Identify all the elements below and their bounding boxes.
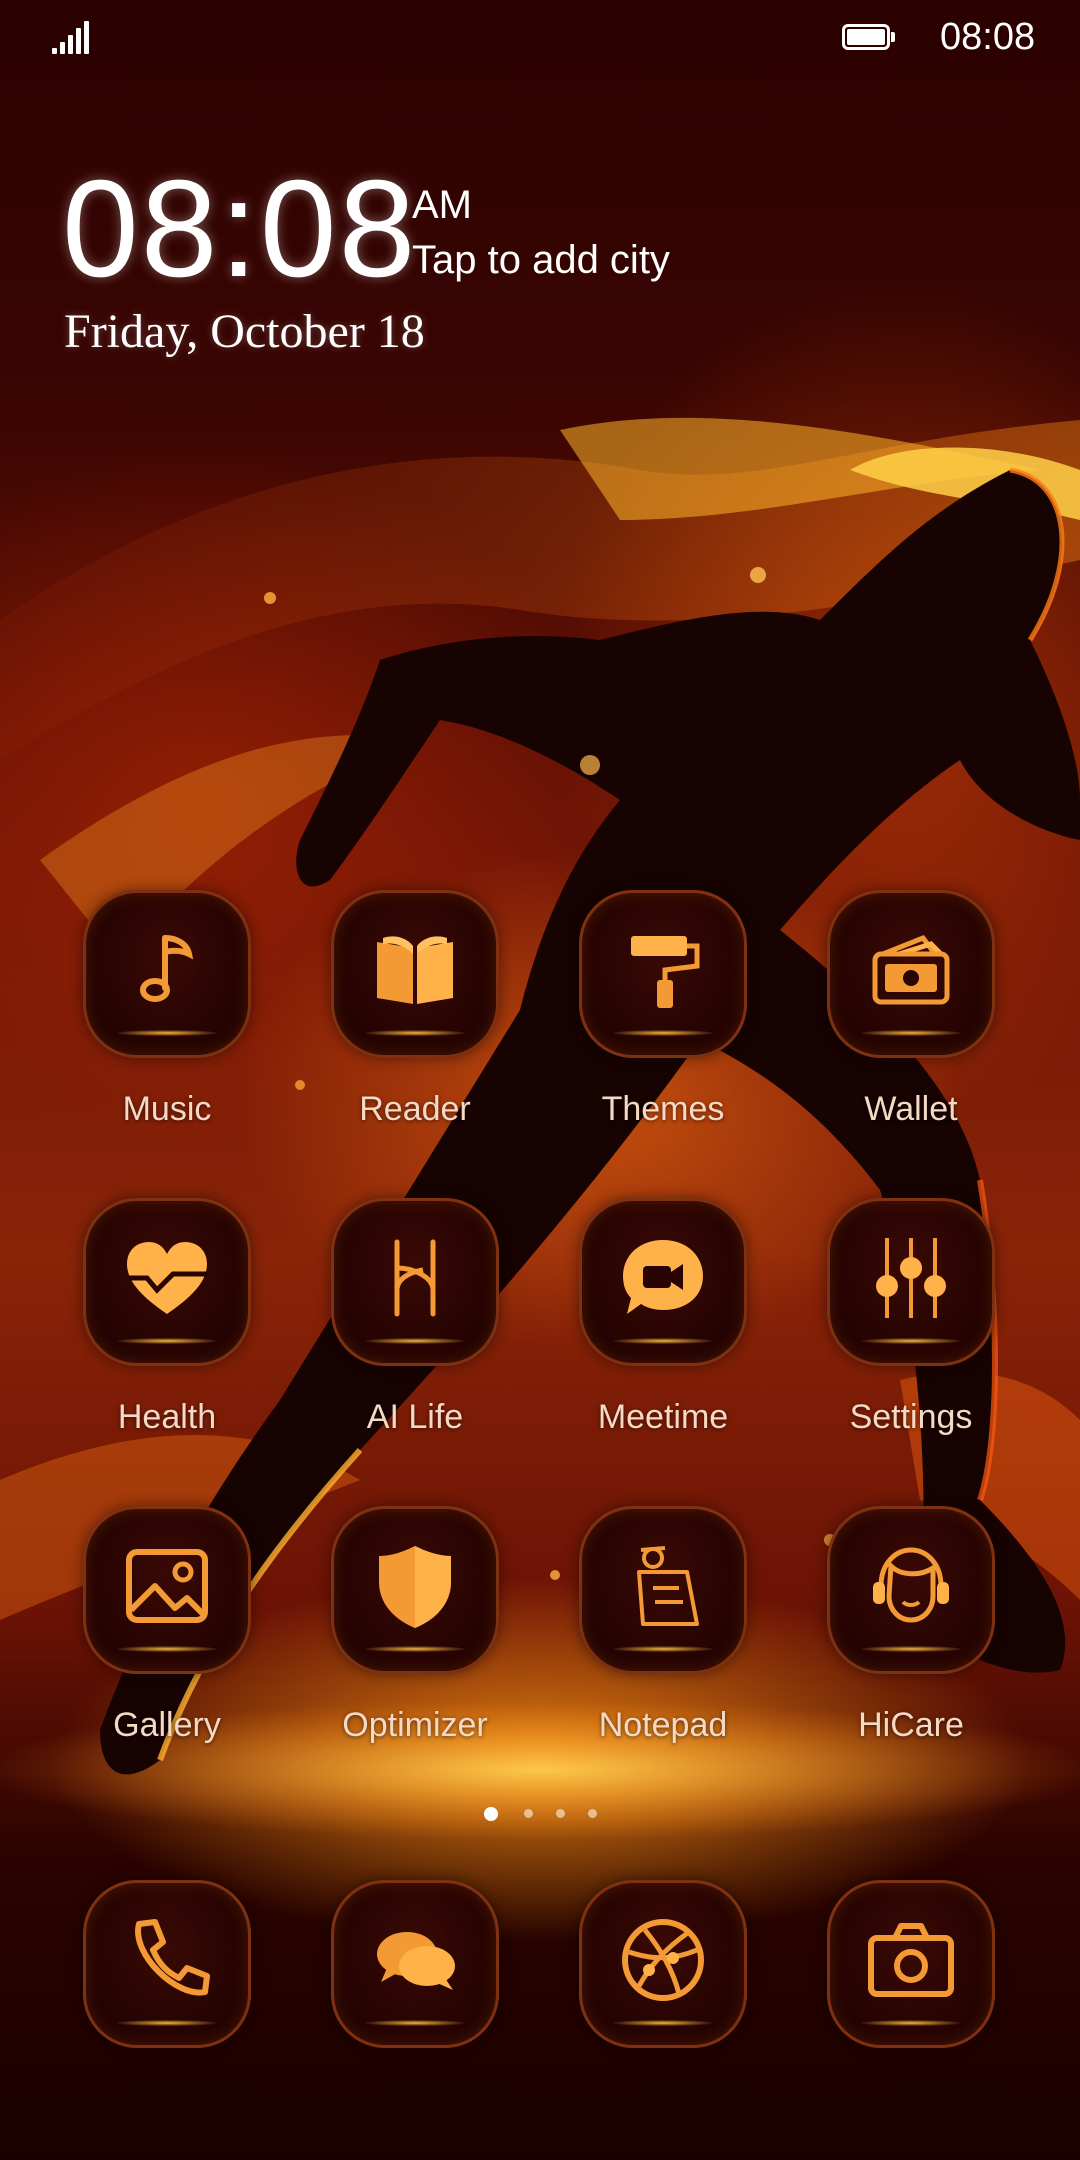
- add-city-link[interactable]: Tap to add city: [412, 238, 670, 283]
- notepad-icon: [637, 1546, 699, 1626]
- app-tile[interactable]: [331, 1880, 499, 2048]
- app-tile[interactable]: [827, 1198, 995, 1366]
- app-label: Meetime: [597, 1398, 729, 1436]
- phone-icon: [135, 1919, 210, 1996]
- app-themes[interactable]: Themes: [548, 890, 778, 1180]
- app-tile[interactable]: [827, 1880, 995, 2048]
- app-label: Themes: [601, 1090, 725, 1128]
- dock-browser[interactable]: [548, 1880, 778, 2060]
- app-tile[interactable]: [331, 890, 499, 1058]
- page-dot-2[interactable]: [524, 1809, 533, 1818]
- dock-camera[interactable]: [796, 1880, 1026, 2060]
- app-optimizer[interactable]: Optimizer: [300, 1506, 530, 1796]
- ai-life-icon: [394, 1239, 436, 1317]
- sliders-icon: [876, 1238, 946, 1318]
- status-time: 08:08: [940, 16, 1036, 58]
- clock-ampm: AM: [412, 183, 472, 227]
- app-label: Reader: [359, 1090, 471, 1128]
- app-hicare[interactable]: HiCare: [796, 1506, 1026, 1796]
- page-indicator[interactable]: [484, 1804, 604, 1824]
- app-label: Optimizer: [342, 1706, 488, 1744]
- app-label: Wallet: [864, 1090, 958, 1128]
- open-book-icon: [377, 936, 453, 1004]
- clock-time[interactable]: 08:08: [62, 150, 417, 309]
- app-label: HiCare: [858, 1706, 964, 1744]
- camera-icon: [868, 1923, 954, 1997]
- page-dot-1[interactable]: [484, 1807, 498, 1821]
- app-label: Notepad: [598, 1706, 728, 1744]
- messages-icon: [377, 1932, 455, 1990]
- page-dot-4[interactable]: [588, 1809, 597, 1818]
- paint-roller-icon: [631, 936, 700, 1008]
- app-tile[interactable]: [83, 1198, 251, 1366]
- app-music[interactable]: Music: [52, 890, 282, 1180]
- app-label: Settings: [849, 1398, 973, 1436]
- battery-full-icon: [842, 24, 896, 52]
- app-tile[interactable]: [83, 890, 251, 1058]
- app-tile[interactable]: [83, 1506, 251, 1674]
- music-note-icon: [140, 935, 194, 1002]
- app-tile[interactable]: [579, 1506, 747, 1674]
- app-label: Gallery: [113, 1706, 221, 1744]
- headset-icon: [873, 1547, 949, 1623]
- browser-icon: [622, 1919, 704, 2001]
- app-tile[interactable]: [579, 1880, 747, 2048]
- app-tile[interactable]: [331, 1506, 499, 1674]
- app-meetime[interactable]: Meetime: [548, 1198, 778, 1488]
- app-tile[interactable]: [331, 1198, 499, 1366]
- dock-messages[interactable]: [300, 1880, 530, 2060]
- signal-bars-icon: [52, 20, 92, 54]
- app-tile[interactable]: [827, 1506, 995, 1674]
- page-dot-3[interactable]: [556, 1809, 565, 1818]
- heart-icon: [127, 1242, 207, 1314]
- app-notepad[interactable]: Notepad: [548, 1506, 778, 1796]
- shield-icon: [379, 1546, 451, 1628]
- app-tile[interactable]: [579, 890, 747, 1058]
- wallet-icon: [872, 934, 950, 1005]
- video-chat-icon: [623, 1240, 703, 1314]
- app-health[interactable]: Health: [52, 1198, 282, 1488]
- status-bar: 08:08: [0, 0, 1080, 76]
- home-screen: 08:08 08:08 AM Tap to add city Friday, O…: [0, 0, 1080, 2160]
- app-tile[interactable]: [827, 890, 995, 1058]
- app-label: AI Life: [366, 1398, 464, 1436]
- app-tile[interactable]: [83, 1880, 251, 2048]
- dock-phone[interactable]: [52, 1880, 282, 2060]
- clock-date[interactable]: Friday, October 18: [64, 304, 425, 359]
- app-wallet[interactable]: Wallet: [796, 890, 1026, 1180]
- app-ai-life[interactable]: AI Life: [300, 1198, 530, 1488]
- image-icon: [126, 1549, 208, 1623]
- app-gallery[interactable]: Gallery: [52, 1506, 282, 1796]
- app-tile[interactable]: [579, 1198, 747, 1366]
- app-label: Music: [122, 1090, 212, 1128]
- app-settings[interactable]: Settings: [796, 1198, 1026, 1488]
- app-reader[interactable]: Reader: [300, 890, 530, 1180]
- app-label: Health: [117, 1398, 217, 1436]
